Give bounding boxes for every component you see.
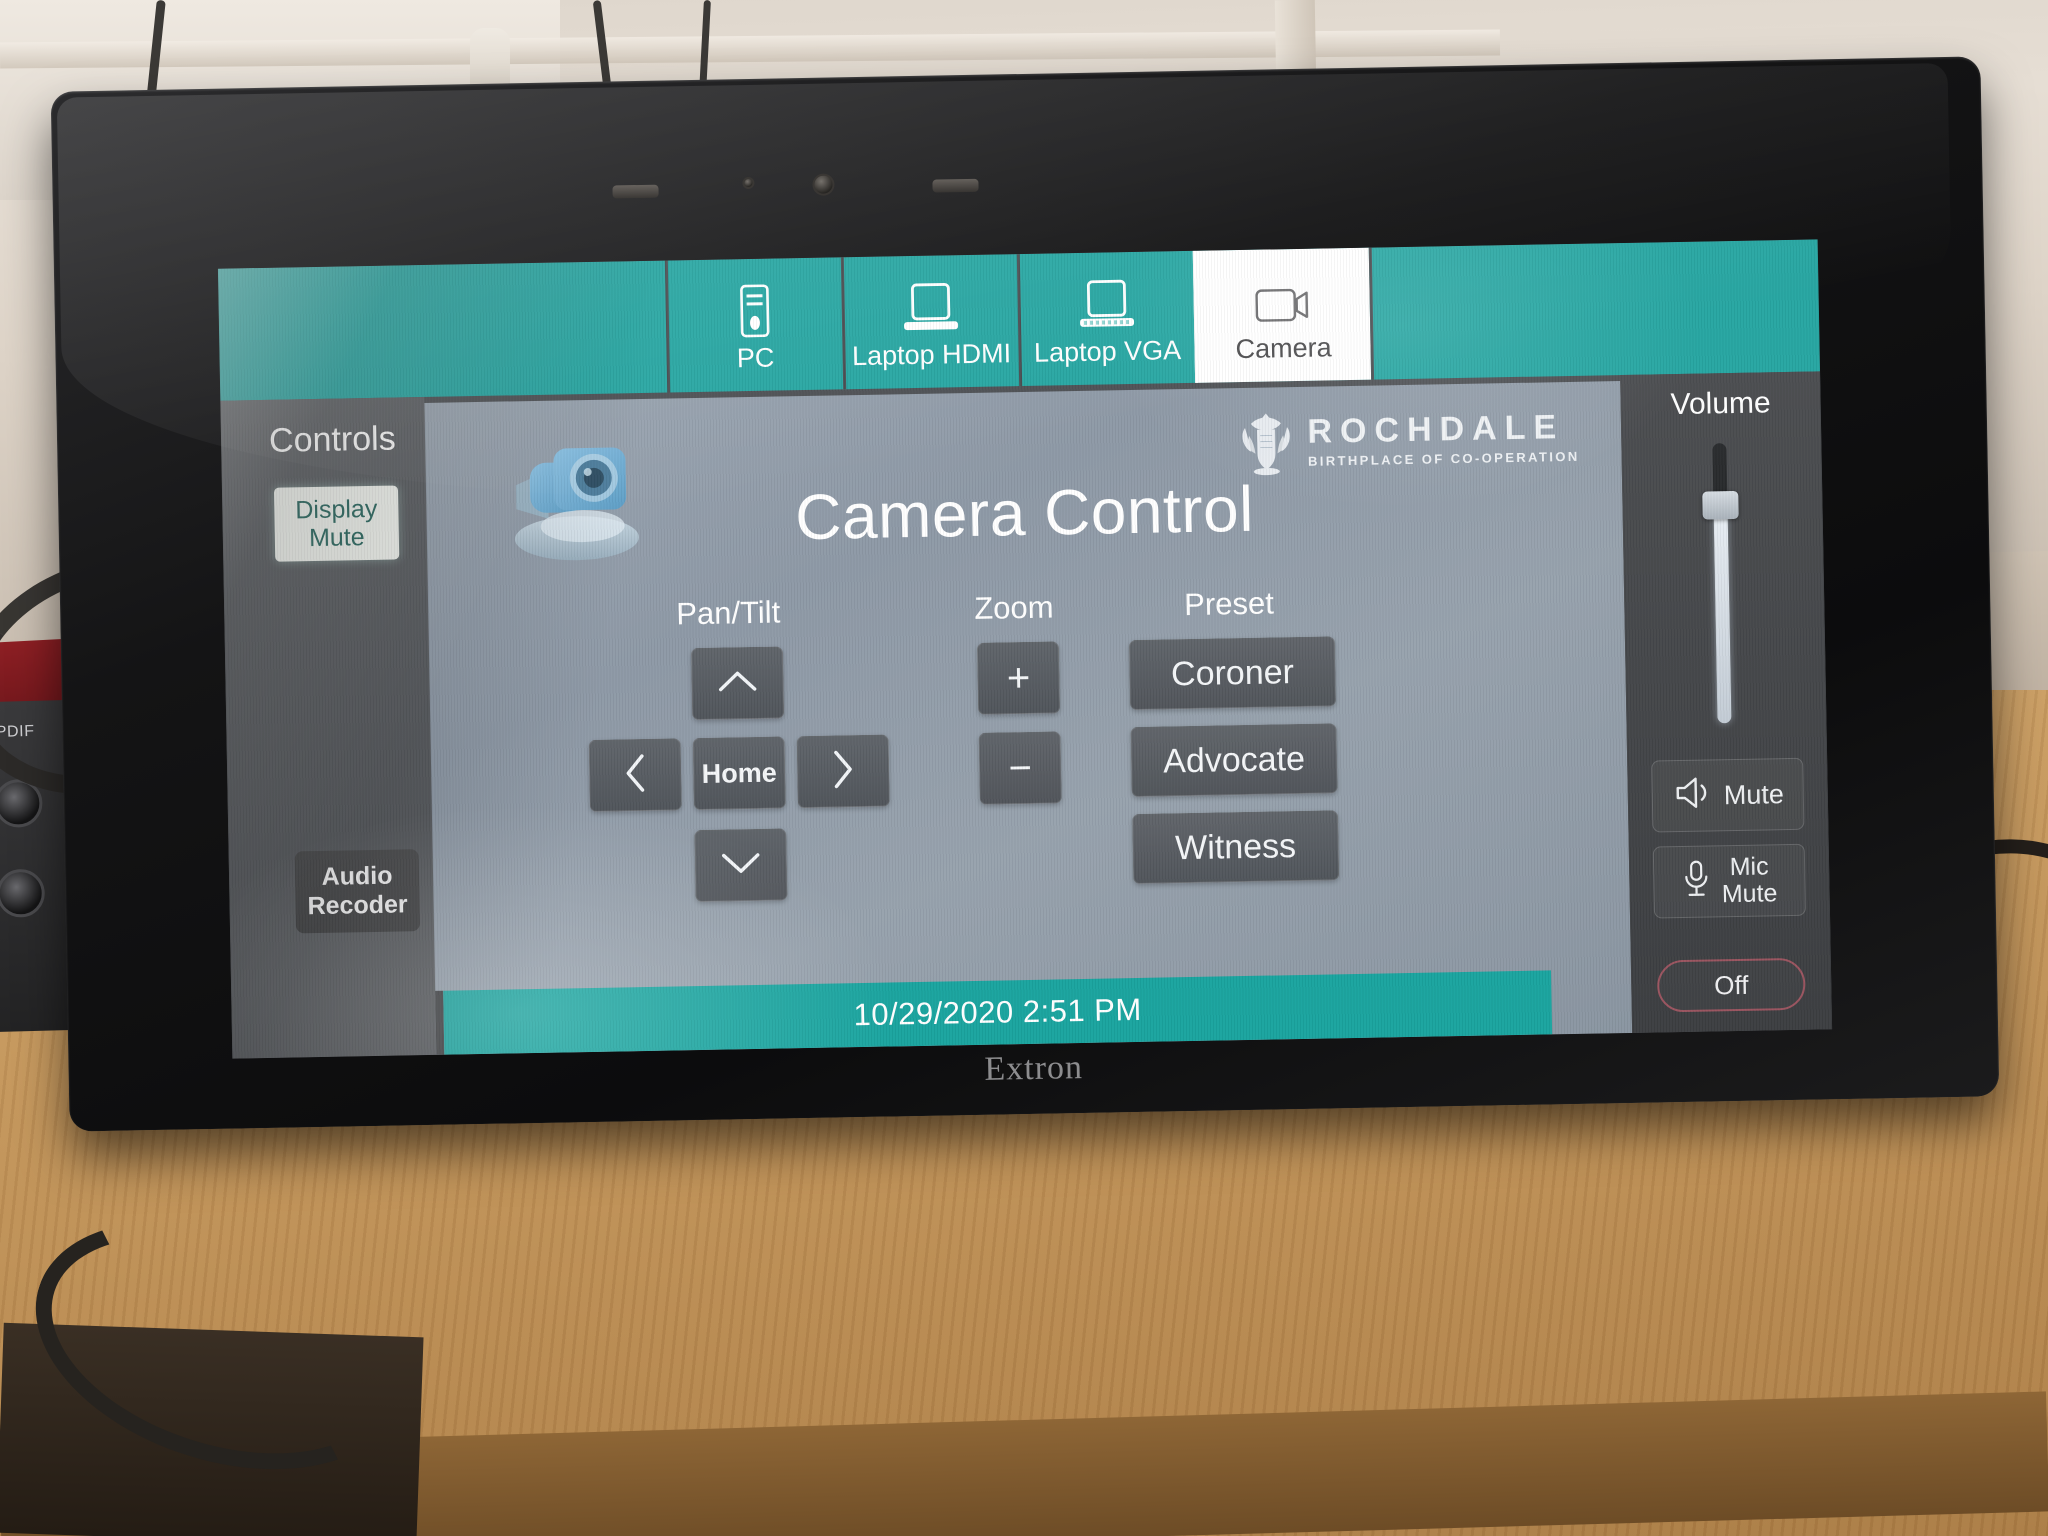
zoom-column-label: Zoom — [973, 589, 1054, 626]
pan-tilt-home-button[interactable]: Home — [692, 736, 786, 811]
chevron-left-icon — [622, 751, 649, 798]
mute-button[interactable]: Mute — [1651, 757, 1805, 833]
volume-slider[interactable] — [1702, 443, 1739, 724]
chevron-down-icon — [720, 849, 763, 881]
tab-pc[interactable]: PC — [664, 257, 843, 393]
volume-slider-fill — [1713, 504, 1732, 724]
tab-label: PC — [736, 342, 775, 373]
audio-recorder-button[interactable]: Audio Recoder — [294, 849, 421, 934]
laptop-icon — [899, 275, 962, 336]
zoom-out-button[interactable]: − — [978, 731, 1062, 805]
sidebar-title: Controls — [268, 419, 397, 460]
audio-recorder-label-line2: Recoder — [307, 890, 408, 921]
tab-label: Laptop VGA — [1033, 334, 1182, 368]
speaker-slot-icon — [932, 178, 979, 193]
video-camera-icon — [1250, 268, 1315, 329]
sensor-bar-icon — [612, 184, 659, 199]
preset-label: Witness — [1174, 826, 1297, 867]
preset-column-label: Preset — [1183, 585, 1275, 623]
mic-mute-label-line2: Mute — [1721, 879, 1778, 909]
volume-sidebar: Volume Mute Mic Mute Off — [1620, 371, 1833, 1033]
pan-tilt-left-button[interactable] — [588, 738, 682, 813]
preset-label: Coroner — [1170, 652, 1295, 693]
display-mute-button[interactable]: Display Mute — [273, 485, 400, 562]
system-off-button[interactable]: Off — [1656, 957, 1806, 1013]
minus-icon: − — [1008, 745, 1033, 790]
home-button-label: Home — [701, 757, 777, 789]
tab-camera[interactable]: Camera — [1192, 247, 1371, 383]
tabbar-spacer-left — [218, 261, 667, 401]
laptop-icon — [1075, 271, 1138, 332]
pan-tilt-up-button[interactable] — [690, 646, 785, 721]
chevron-right-icon — [830, 748, 857, 795]
display-mute-label-line2: Mute — [308, 523, 365, 553]
preset-witness-button[interactable]: Witness — [1132, 810, 1340, 885]
pantilt-column-label: Pan/Tilt — [675, 594, 781, 632]
audio-jack — [0, 868, 46, 918]
device-brand-label: Extron — [984, 1049, 1084, 1088]
chevron-up-icon — [716, 667, 759, 699]
speaker-icon — [1671, 775, 1714, 817]
tab-laptop-vga[interactable]: Laptop VGA — [1016, 250, 1195, 387]
desktop-tower-icon — [735, 278, 774, 339]
controls-sidebar: Controls Display Mute Audio Recoder — [220, 396, 437, 1059]
preset-coroner-button[interactable]: Coroner — [1128, 636, 1337, 711]
tab-laptop-hdmi[interactable]: Laptop HDMI — [840, 254, 1019, 390]
volume-label: Volume — [1670, 386, 1771, 422]
plus-icon: + — [1006, 655, 1031, 700]
touchscreen[interactable]: PC Laptop HDMI Laptop VGA Camera Control… — [217, 239, 1833, 1059]
pan-tilt-down-button[interactable] — [694, 828, 788, 903]
preset-advocate-button[interactable]: Advocate — [1130, 723, 1338, 798]
volume-slider-thumb[interactable] — [1702, 490, 1739, 520]
mic-mute-label-line1: Mic — [1729, 851, 1769, 881]
off-label: Off — [1713, 969, 1749, 1000]
datetime-text: 10/29/2020 2:51 PM — [853, 991, 1143, 1033]
camera-control-panel: ROCHDALE BIRTHPLACE OF CO-OPERATION Came… — [424, 381, 1633, 1055]
pan-tilt-right-button[interactable] — [796, 734, 890, 809]
audio-recorder-label-line1: Audio — [321, 861, 393, 892]
zoom-in-button[interactable]: + — [976, 641, 1061, 715]
logo-wordmark: ROCHDALE — [1307, 408, 1565, 451]
screen-body: Controls Display Mute Audio Recoder ROCH… — [220, 371, 1833, 1059]
rochdale-logo: ROCHDALE BIRTHPLACE OF CO-OPERATION — [1237, 404, 1580, 476]
microphone-icon — [1681, 858, 1712, 906]
mute-label: Mute — [1723, 778, 1785, 810]
mic-mute-button[interactable]: Mic Mute — [1652, 843, 1807, 919]
coat-of-arms-icon — [1237, 409, 1296, 476]
preset-label: Advocate — [1162, 739, 1306, 780]
extron-touchpanel: PC Laptop HDMI Laptop VGA Camera Control… — [50, 56, 2000, 1132]
display-mute-label-line1: Display — [295, 494, 378, 525]
tab-label: Camera — [1235, 331, 1332, 364]
tab-label: Laptop HDMI — [851, 337, 1012, 371]
tabbar-spacer-right — [1368, 239, 1821, 380]
